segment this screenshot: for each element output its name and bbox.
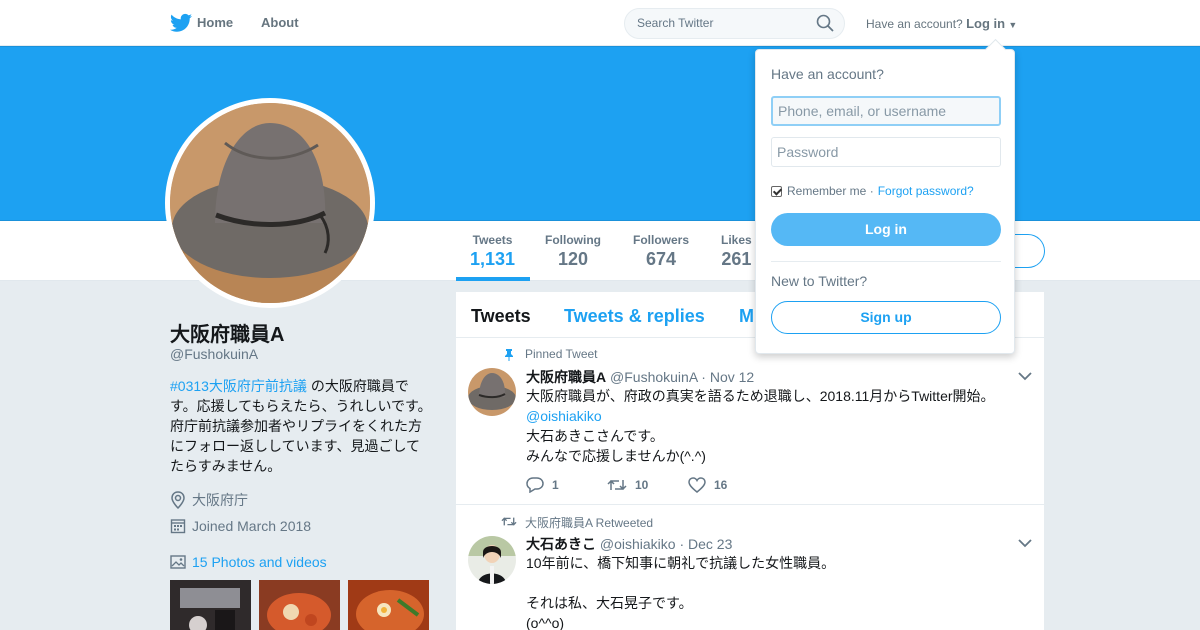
tweet-avatar[interactable] xyxy=(468,368,516,416)
search-icon[interactable] xyxy=(816,14,834,32)
tweet-actions: 1 10 16 xyxy=(526,477,769,493)
top-nav: Home About Search Twitter Have an accoun… xyxy=(0,0,1200,46)
stat-label: Following xyxy=(545,233,601,247)
tweet-date[interactable]: · Nov 12 xyxy=(701,369,754,385)
tweet-context: Pinned Tweet xyxy=(525,347,598,361)
tweet-context: 大阪府職員A Retweeted xyxy=(525,516,654,530)
stat-value: 674 xyxy=(645,249,677,269)
nav-home-link[interactable]: Home xyxy=(197,15,233,30)
photo-icon xyxy=(170,555,186,569)
tweet-retweeted[interactable]: 大阪府職員A Retweeted 大石あきこ @oishiakiko · Dec… xyxy=(456,506,1044,630)
profile-name[interactable]: 大阪府職員A xyxy=(170,318,284,347)
avatar-hat-image xyxy=(170,103,370,303)
tweet-date[interactable]: · Dec 23 xyxy=(679,536,732,552)
tweet-header: 大石あきこ @oishiakiko · Dec 23 xyxy=(526,534,732,554)
stat-value: 1,131 xyxy=(470,249,516,269)
tweet-line: 10年前に、橋下知事に朝礼で抗議した女性職員。 xyxy=(526,555,836,571)
location-text: 大阪府庁 xyxy=(192,492,248,508)
stat-label: Likes xyxy=(721,233,752,247)
profile-handle[interactable]: @FushokuinA xyxy=(170,346,258,362)
retweet-icon xyxy=(501,517,517,526)
media-thumbnail[interactable] xyxy=(170,580,251,630)
tab-tweets[interactable]: Tweets xyxy=(471,306,531,327)
tweet-pinned[interactable]: Pinned Tweet 大阪府職員A @FushokuinA · Nov 12… xyxy=(456,339,1044,505)
reply-count: 1 xyxy=(552,478,559,492)
remember-me-row: Remember me · Forgot password? xyxy=(771,184,974,198)
tweet-author-name[interactable]: 大石あきこ xyxy=(526,536,596,552)
stat-following[interactable]: Following 120 xyxy=(545,233,601,270)
tweet-author-handle[interactable]: @oishiakiko xyxy=(600,536,676,552)
profile-joined: Joined March 2018 xyxy=(170,518,311,534)
forgot-password-link[interactable]: Forgot password? xyxy=(878,184,974,198)
password-field[interactable] xyxy=(771,137,1001,167)
tweet-line: みんなで応援しませんか(^.^) xyxy=(526,448,706,464)
retweet-icon xyxy=(607,479,627,491)
profile-location: 大阪府庁 xyxy=(170,490,248,510)
tab-tweets-replies[interactable]: Tweets & replies xyxy=(564,306,705,327)
divider xyxy=(771,261,1001,262)
stat-followers[interactable]: Followers 674 xyxy=(633,233,689,270)
login-link[interactable]: Log in xyxy=(966,16,1005,31)
media-thumbnail[interactable] xyxy=(348,580,429,630)
photos-videos-link[interactable]: 15 Photos and videos xyxy=(170,554,327,570)
photos-videos-label[interactable]: 15 Photos and videos xyxy=(192,554,327,570)
chevron-down-icon: ▼ xyxy=(1008,20,1018,30)
stat-label: Tweets xyxy=(472,233,513,247)
stat-label: Followers xyxy=(633,233,690,247)
stat-value: 261 xyxy=(721,249,752,269)
tweet-author-name[interactable]: 大阪府職員A xyxy=(526,369,606,385)
remember-me-checkbox[interactable] xyxy=(771,185,782,197)
tweet-line: 大阪府職員が、府政の真実を語るため退職し、2018.11月からTwitter開始… xyxy=(526,388,995,404)
signup-button[interactable]: Sign up xyxy=(771,301,1001,334)
login-toggle[interactable]: Have an account? Log in ▼ xyxy=(866,16,1017,31)
tweet-line: 大石あきこさんです。 xyxy=(526,428,664,444)
dropdown-title: Have an account? xyxy=(771,66,884,82)
retweet-count: 10 xyxy=(635,478,649,492)
chevron-down-icon[interactable] xyxy=(1018,538,1032,548)
tweet-line: (o^^o) xyxy=(526,615,565,630)
profile-bio: #0313大阪府庁前抗議 の大阪府職員です。応援してもらえたら、うれしいです。府… xyxy=(170,376,432,476)
chevron-down-icon[interactable] xyxy=(1018,371,1032,381)
tab-media[interactable]: M xyxy=(739,306,754,327)
heart-icon xyxy=(688,477,706,493)
mention-link[interactable]: @oishiakiko xyxy=(526,408,602,424)
active-stat-indicator xyxy=(456,277,530,281)
login-dropdown: Have an account? Remember me · Forgot pa… xyxy=(755,49,1015,354)
login-button[interactable]: Log in xyxy=(771,213,1001,246)
location-pin-icon xyxy=(171,491,185,509)
tweet-text: 大阪府職員が、府政の真実を語るため退職し、2018.11月からTwitter開始… xyxy=(526,386,1026,466)
search-input[interactable]: Search Twitter xyxy=(624,8,845,39)
media-thumbnails xyxy=(170,580,429,630)
bio-hashtag-link[interactable]: #0313大阪府庁前抗議 xyxy=(170,378,307,394)
nav-about-link[interactable]: About xyxy=(261,15,299,30)
tweet-line: それは私、大石晃子です。 xyxy=(526,595,693,611)
stat-value: 120 xyxy=(557,249,589,269)
remember-me-label[interactable]: Remember me · xyxy=(787,184,874,198)
tweet-author-handle[interactable]: @FushokuinA xyxy=(610,369,697,385)
stat-likes[interactable]: Likes 261 xyxy=(721,233,752,270)
pin-icon xyxy=(505,349,513,361)
have-account-label: Have an account? xyxy=(866,17,963,31)
profile-avatar[interactable] xyxy=(165,98,375,308)
like-button[interactable]: 16 xyxy=(688,477,769,493)
reply-button[interactable]: 1 xyxy=(526,477,607,493)
joined-text: Joined March 2018 xyxy=(192,518,312,534)
twitter-bird-icon[interactable] xyxy=(170,13,192,33)
username-field[interactable] xyxy=(771,96,1001,126)
tweet-avatar[interactable] xyxy=(468,536,516,584)
tweet-text: 10年前に、橋下知事に朝礼で抗議した女性職員。 それは私、大石晃子です。 (o^… xyxy=(526,553,1026,630)
media-thumbnail[interactable] xyxy=(259,580,340,630)
calendar-icon xyxy=(170,519,186,534)
tweet-header: 大阪府職員A @FushokuinA · Nov 12 xyxy=(526,367,754,387)
stat-tweets[interactable]: Tweets 1,131 xyxy=(470,233,515,270)
new-to-twitter-label: New to Twitter? xyxy=(771,273,868,289)
reply-icon xyxy=(526,477,544,493)
retweet-button[interactable]: 10 xyxy=(607,478,688,492)
like-count: 16 xyxy=(714,478,728,492)
